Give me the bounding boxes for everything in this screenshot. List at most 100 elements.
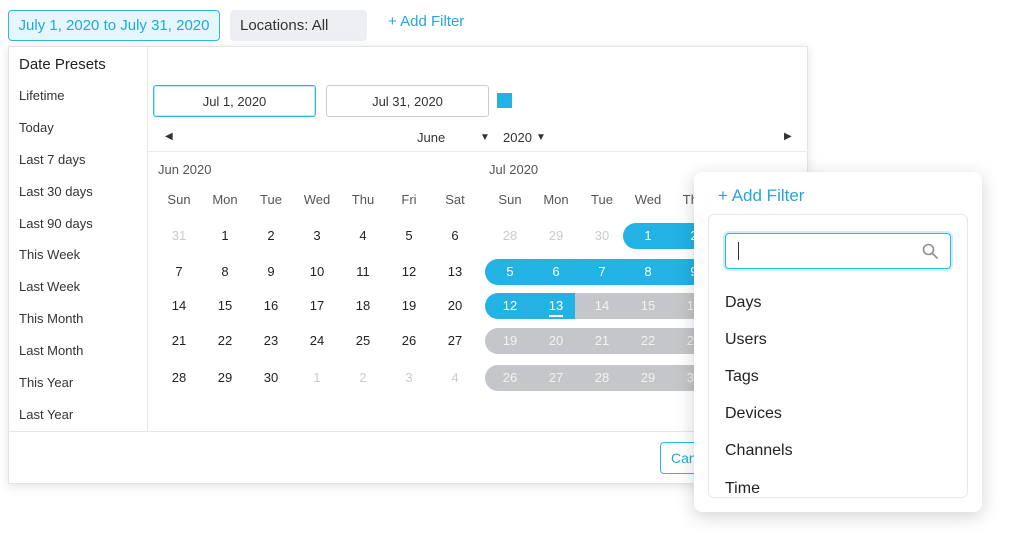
june-day-cell[interactable]: 12 — [386, 259, 432, 285]
june-day-cell[interactable]: 2 — [340, 365, 386, 391]
june-day-cell[interactable]: 14 — [156, 293, 202, 319]
june-day-cell[interactable]: 2 — [248, 223, 294, 249]
june-day-cell[interactable]: 15 — [202, 293, 248, 319]
add-filter-link[interactable]: + Add Filter — [388, 13, 464, 30]
date-range-filter[interactable]: July 1, 2020 to July 31, 2020 — [8, 10, 220, 41]
june-day-cell[interactable]: 23 — [248, 328, 294, 354]
june-day-number: 6 — [451, 228, 459, 243]
july-day-cell[interactable]: 26 — [487, 365, 533, 391]
popover-add-filter-title[interactable]: + Add Filter — [718, 186, 804, 206]
month-caret-icon[interactable]: ▼ — [480, 132, 490, 143]
july-day-number: 27 — [548, 370, 564, 385]
june-day-cell[interactable]: 9 — [248, 259, 294, 285]
july-day-cell[interactable]: 29 — [625, 365, 671, 391]
june-day-cell[interactable]: 13 — [432, 259, 478, 285]
july-day-cell[interactable]: 15 — [625, 293, 671, 319]
preset-last-30-days[interactable]: Last 30 days — [19, 184, 93, 199]
june-day-number: 21 — [171, 333, 187, 348]
preset-today[interactable]: Today — [19, 120, 54, 135]
preset-this-year[interactable]: This Year — [19, 375, 73, 390]
june-day-number: 1 — [313, 370, 321, 385]
july-day-cell[interactable]: 7 — [579, 259, 625, 285]
june-day-cell[interactable]: 16 — [248, 293, 294, 319]
filter-search-input[interactable] — [725, 233, 951, 269]
july-day-number: 26 — [502, 370, 518, 385]
july-day-cell[interactable]: 28 — [579, 365, 625, 391]
june-day-cell[interactable]: 28 — [156, 365, 202, 391]
july-day-cell[interactable]: 13 — [533, 293, 579, 319]
june-day-cell[interactable]: 27 — [432, 328, 478, 354]
june-day-cell[interactable]: 19 — [386, 293, 432, 319]
june-day-cell[interactable]: 4 — [340, 223, 386, 249]
add-filter-popover: + Add Filter Days Users Tags Devices Cha… — [694, 172, 982, 512]
locations-filter[interactable]: Locations: All — [230, 10, 367, 41]
june-day-cell[interactable]: 30 — [248, 365, 294, 391]
july-day-number: 29 — [640, 370, 656, 385]
june-day-cell[interactable]: 10 — [294, 259, 340, 285]
june-day-number: 9 — [267, 264, 275, 279]
july-day-cell[interactable]: 19 — [487, 328, 533, 354]
previous-month-icon[interactable]: ◀ — [165, 131, 173, 142]
preset-this-week[interactable]: This Week — [19, 247, 80, 262]
filter-option-users[interactable]: Users — [725, 331, 767, 349]
filter-option-devices[interactable]: Devices — [725, 405, 782, 423]
year-select[interactable]: 2020 — [503, 130, 532, 145]
date-presets-sidebar: Date Presets Lifetime Today Last 7 days … — [9, 47, 148, 431]
preset-last-90-days[interactable]: Last 90 days — [19, 216, 93, 231]
july-day-cell[interactable]: 14 — [579, 293, 625, 319]
july-day-cell[interactable]: 29 — [533, 223, 579, 249]
june-day-cell[interactable]: 31 — [156, 223, 202, 249]
june-day-cell[interactable]: 21 — [156, 328, 202, 354]
june-day-cell[interactable]: 1 — [294, 365, 340, 391]
july-day-number: 12 — [502, 298, 518, 313]
july-day-cell[interactable]: 5 — [487, 259, 533, 285]
july-day-cell[interactable]: 20 — [533, 328, 579, 354]
july-day-cell[interactable]: 1 — [625, 223, 671, 249]
july-day-cell[interactable]: 8 — [625, 259, 671, 285]
june-day-cell[interactable]: 3 — [294, 223, 340, 249]
july-day-number: 5 — [506, 264, 514, 279]
preset-last-week[interactable]: Last Week — [19, 279, 80, 294]
june-day-cell[interactable]: 4 — [432, 365, 478, 391]
july-day-cell[interactable]: 21 — [579, 328, 625, 354]
june-day-cell[interactable]: 5 — [386, 223, 432, 249]
june-day-cell[interactable]: 25 — [340, 328, 386, 354]
preset-this-month[interactable]: This Month — [19, 311, 83, 326]
month-select[interactable]: June — [417, 130, 445, 145]
july-day-cell[interactable]: 28 — [487, 223, 533, 249]
july-day-cell[interactable]: 22 — [625, 328, 671, 354]
july-day-cell[interactable]: 6 — [533, 259, 579, 285]
filter-option-days[interactable]: Days — [725, 294, 761, 312]
year-caret-icon[interactable]: ▼ — [536, 132, 546, 143]
preset-last-year[interactable]: Last Year — [19, 407, 73, 422]
preset-last-month[interactable]: Last Month — [19, 343, 83, 358]
june-day-cell[interactable]: 26 — [386, 328, 432, 354]
june-day-cell[interactable]: 6 — [432, 223, 478, 249]
june-day-cell[interactable]: 20 — [432, 293, 478, 319]
end-date-input[interactable]: Jul 31, 2020 — [326, 85, 489, 117]
filter-option-tags[interactable]: Tags — [725, 368, 759, 386]
june-day-cell[interactable]: 1 — [202, 223, 248, 249]
range-color-swatch[interactable] — [497, 93, 512, 108]
june-day-cell[interactable]: 8 — [202, 259, 248, 285]
filter-option-channels[interactable]: Channels — [725, 442, 793, 460]
start-date-input[interactable]: Jul 1, 2020 — [153, 85, 316, 117]
june-day-cell[interactable]: 22 — [202, 328, 248, 354]
preset-last-7-days[interactable]: Last 7 days — [19, 152, 86, 167]
next-month-icon[interactable]: ▶ — [784, 131, 792, 142]
preset-lifetime[interactable]: Lifetime — [19, 88, 65, 103]
filter-option-time[interactable]: Time — [725, 480, 760, 497]
june-day-cell[interactable]: 18 — [340, 293, 386, 319]
june-day-number: 15 — [217, 298, 233, 313]
june-day-cell[interactable]: 3 — [386, 365, 432, 391]
june-day-cell[interactable]: 29 — [202, 365, 248, 391]
july-day-cell[interactable]: 27 — [533, 365, 579, 391]
panel-footer-divider — [9, 431, 809, 432]
july-day-cell[interactable]: 12 — [487, 293, 533, 319]
june-day-cell[interactable]: 24 — [294, 328, 340, 354]
june-day-cell[interactable]: 17 — [294, 293, 340, 319]
july-weekday-header: Sun — [498, 192, 522, 207]
june-day-cell[interactable]: 7 — [156, 259, 202, 285]
june-day-cell[interactable]: 11 — [340, 259, 386, 285]
july-day-cell[interactable]: 30 — [579, 223, 625, 249]
